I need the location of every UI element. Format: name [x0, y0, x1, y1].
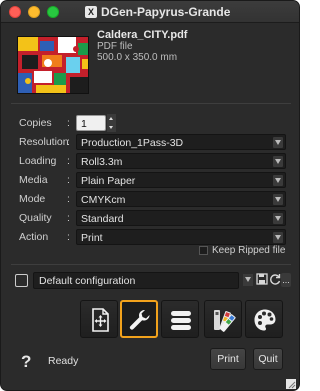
copies-row: Copies : 1: [1, 114, 299, 132]
title-bar: X DGen-Papyrus-Grande: [1, 1, 299, 23]
keep-ripped-checkbox[interactable]: [199, 246, 208, 255]
quality-row: Quality : Standard: [1, 209, 299, 227]
mode-label: Mode: [19, 193, 46, 205]
help-button[interactable]: ?: [21, 352, 31, 372]
loading-row: Loading : Roll3.3m: [1, 152, 299, 170]
dropdown-arrow-icon[interactable]: [243, 274, 253, 286]
copies-input[interactable]: 1: [76, 115, 106, 131]
more-options-button[interactable]: ...: [281, 273, 291, 287]
dropdown-arrow-icon[interactable]: [273, 175, 283, 186]
resolution-select[interactable]: Production_1Pass-3D: [76, 134, 286, 150]
media-row: Media : Plain Paper: [1, 171, 299, 189]
resolution-label: Resolution: [19, 136, 69, 148]
colon: :: [67, 174, 70, 186]
file-name: Caldera_CITY.pdf: [97, 29, 188, 41]
keep-ripped-label: Keep Ripped file: [212, 245, 286, 256]
mode-row: Mode : CMYKcm: [1, 190, 299, 208]
document-move-button[interactable]: [80, 300, 118, 338]
copies-value: 1: [81, 118, 87, 130]
app-window: X DGen-Papyrus-Grande Caldera_CITY.pdf P…: [0, 0, 300, 391]
file-type: PDF file: [97, 41, 133, 52]
loading-label: Loading: [19, 155, 57, 167]
stack-button[interactable]: [161, 300, 199, 338]
colon: :: [67, 155, 70, 167]
status-text: Ready: [48, 355, 79, 367]
action-value: Print: [81, 232, 103, 244]
action-label: Action: [19, 231, 49, 243]
stepper-up-icon[interactable]: [107, 114, 116, 123]
footer: ? Ready Print Quit: [1, 347, 299, 390]
configuration-bar: Default configuration ...: [11, 271, 291, 291]
tools-button[interactable]: [120, 300, 158, 338]
zoom-window-button[interactable]: [47, 6, 59, 18]
divider: [11, 264, 291, 265]
mode-value: CMYKcm: [81, 194, 126, 206]
loading-value: Roll3.3m: [81, 156, 123, 168]
copies-stepper[interactable]: [107, 114, 116, 132]
dropdown-arrow-icon[interactable]: [273, 137, 283, 148]
close-window-button[interactable]: [9, 6, 21, 18]
media-value: Plain Paper: [81, 175, 136, 187]
keep-ripped-option[interactable]: Keep Ripped file: [199, 245, 287, 257]
file-header: Caldera_CITY.pdf PDF file 500.0 x 350.0 …: [1, 23, 299, 103]
quality-select[interactable]: Standard: [76, 210, 286, 226]
dropdown-arrow-icon[interactable]: [273, 213, 283, 224]
palette-icon: [254, 309, 276, 331]
resolution-value: Production_1Pass-3D: [81, 137, 184, 149]
wrench-icon: [129, 310, 150, 330]
stack-icon: [171, 311, 191, 330]
copies-label: Copies: [19, 117, 52, 129]
colon: :: [67, 193, 70, 205]
configuration-value: Default configuration: [39, 275, 136, 287]
stepper-down-icon[interactable]: [107, 123, 116, 132]
divider: [11, 103, 291, 104]
save-icon[interactable]: [255, 273, 268, 287]
resolution-row: Resolution : Production_1Pass-3D: [1, 133, 299, 151]
mode-select[interactable]: CMYKcm: [76, 191, 286, 207]
action-select[interactable]: Print: [76, 229, 286, 245]
main-toolbar: [1, 300, 299, 340]
resize-grip-icon[interactable]: [286, 379, 296, 389]
action-row: Action : Print: [1, 228, 299, 246]
loading-select[interactable]: Roll3.3m: [76, 153, 286, 169]
media-select[interactable]: Plain Paper: [76, 172, 286, 188]
palette-button[interactable]: [245, 300, 283, 338]
swatch-icon: [214, 310, 236, 332]
media-label: Media: [19, 174, 48, 186]
colon: :: [67, 136, 70, 148]
colon: :: [67, 117, 70, 129]
file-size: 500.0 x 350.0 mm: [97, 52, 178, 63]
quality-label: Quality: [19, 212, 52, 224]
dropdown-arrow-icon[interactable]: [273, 156, 283, 167]
quit-button[interactable]: Quit: [253, 348, 283, 370]
file-thumbnail: [17, 36, 89, 94]
app-x-icon: X: [85, 6, 97, 18]
dropdown-arrow-icon[interactable]: [273, 232, 283, 243]
refresh-icon[interactable]: [268, 273, 281, 287]
minimize-window-button[interactable]: [28, 6, 40, 18]
configuration-icon: [15, 274, 28, 287]
window-title: DGen-Papyrus-Grande: [101, 5, 231, 19]
print-button[interactable]: Print: [210, 348, 246, 370]
quality-value: Standard: [81, 213, 124, 225]
configuration-select[interactable]: Default configuration: [33, 272, 239, 289]
dropdown-arrow-icon[interactable]: [273, 194, 283, 205]
colon: :: [67, 231, 70, 243]
colon: :: [67, 212, 70, 224]
document-move-icon: [92, 308, 109, 332]
swatch-button[interactable]: [204, 300, 242, 338]
